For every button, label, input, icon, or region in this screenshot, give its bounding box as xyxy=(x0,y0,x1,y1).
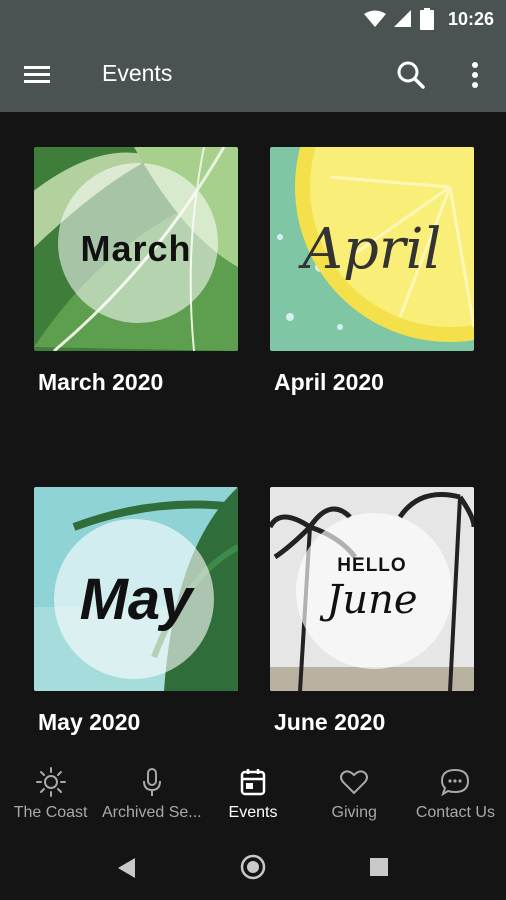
thumbnail-text: June xyxy=(326,577,418,623)
nav-item-contact-us[interactable]: Contact Us xyxy=(405,756,506,834)
thumbnail-text-block: HELLO June xyxy=(270,487,474,691)
nav-label: Archived Se... xyxy=(102,804,202,821)
nav-item-giving[interactable]: Giving xyxy=(304,756,405,834)
event-title: May 2020 xyxy=(38,709,141,735)
more-vertical-icon xyxy=(472,62,478,88)
event-thumbnail-may: May xyxy=(34,487,238,691)
wifi-icon xyxy=(363,10,386,27)
thumbnail-text: April xyxy=(302,216,442,282)
back-icon[interactable] xyxy=(118,858,136,878)
event-card-april[interactable]: April April 2020 xyxy=(270,147,474,396)
signal-icon xyxy=(393,10,411,27)
event-thumbnail-june: HELLO June xyxy=(270,487,474,691)
page-title: Events xyxy=(102,60,173,86)
event-title: March 2020 xyxy=(38,369,164,395)
sun-icon xyxy=(35,767,66,797)
battery-icon xyxy=(419,8,434,30)
event-card-may[interactable]: May May 2020 xyxy=(34,487,238,736)
thumbnail-text: May xyxy=(79,566,193,632)
nav-label: Giving xyxy=(331,804,377,821)
event-card-march[interactable]: March March 2020 xyxy=(34,147,238,396)
home-icon[interactable] xyxy=(240,854,266,880)
nav-item-the-coast[interactable]: The Coast xyxy=(0,756,101,834)
status-bar: 10:26 xyxy=(0,0,506,38)
search-button[interactable] xyxy=(394,58,428,92)
thumbnail-text: March xyxy=(80,228,192,269)
thumbnail-text-top: HELLO xyxy=(337,555,407,576)
status-time: 10:26 xyxy=(447,8,494,29)
app-bar: Events xyxy=(0,38,506,112)
recents-icon[interactable] xyxy=(370,858,388,876)
chat-bubble-icon xyxy=(441,768,470,797)
nav-item-events[interactable]: Events xyxy=(202,756,303,834)
nav-label: The Coast xyxy=(13,804,88,821)
microphone-icon xyxy=(142,768,161,796)
calendar-icon xyxy=(240,769,266,796)
system-navigation-bar xyxy=(0,834,506,900)
bottom-navigation: The Coast Archived Se... Events Giving C… xyxy=(0,756,506,834)
event-title: April 2020 xyxy=(274,369,384,395)
hamburger-menu-icon xyxy=(24,66,50,83)
event-thumbnail-april: April xyxy=(270,147,474,351)
search-icon xyxy=(397,61,425,89)
event-card-june[interactable]: HELLO June June 2020 xyxy=(270,487,474,736)
event-thumbnail-march: March xyxy=(34,147,238,351)
menu-button[interactable] xyxy=(22,60,56,90)
nav-label: Events xyxy=(228,804,278,821)
nav-label: Contact Us xyxy=(415,804,495,821)
heart-icon xyxy=(340,770,369,795)
nav-item-archived-sermons[interactable]: Archived Se... xyxy=(101,756,202,834)
more-options-button[interactable] xyxy=(462,58,488,92)
event-title: June 2020 xyxy=(274,709,386,735)
